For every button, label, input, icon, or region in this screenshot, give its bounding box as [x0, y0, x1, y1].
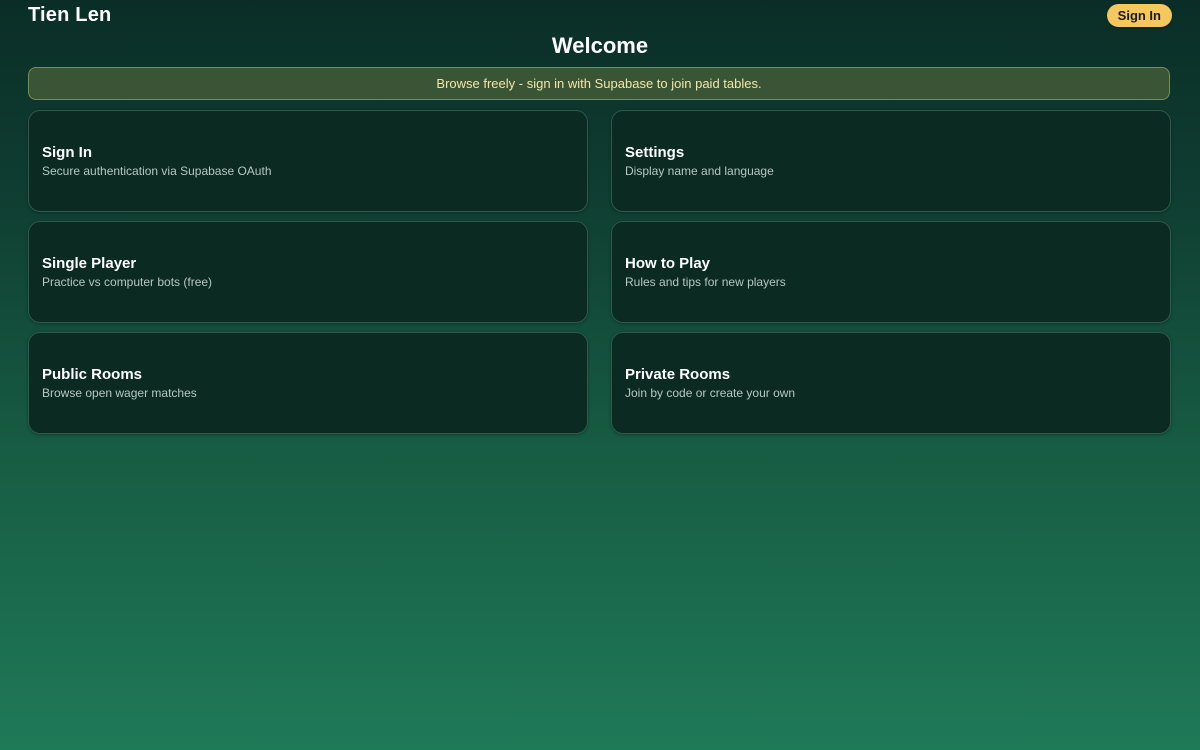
card-settings[interactable]: Settings Display name and language — [611, 110, 1171, 212]
card-how-to-play[interactable]: How to Play Rules and tips for new playe… — [611, 221, 1171, 323]
card-description: Rules and tips for new players — [625, 275, 786, 289]
card-single-player[interactable]: Single Player Practice vs computer bots … — [28, 221, 588, 323]
card-sign-in[interactable]: Sign In Secure authentication via Supaba… — [28, 110, 588, 212]
card-private-rooms[interactable]: Private Rooms Join by code or create you… — [611, 332, 1171, 434]
card-description: Secure authentication via Supabase OAuth — [42, 164, 272, 178]
card-description: Display name and language — [625, 164, 774, 178]
page-title: Welcome — [551, 33, 649, 58]
card-title: Private Rooms — [625, 366, 731, 383]
top-bar: Tien Len Sign In — [28, 2, 1172, 28]
card-title: Public Rooms — [42, 366, 143, 383]
card-title: Single Player — [42, 255, 137, 272]
sign-in-notice-banner: Browse freely - sign in with Supabase to… — [28, 67, 1170, 100]
app-brand: Tien Len — [28, 3, 112, 26]
card-description: Practice vs computer bots (free) — [42, 275, 213, 289]
menu-grid: Sign In Secure authentication via Supaba… — [28, 110, 1171, 434]
card-description: Browse open wager matches — [42, 386, 197, 400]
card-title: Settings — [625, 144, 685, 161]
card-description: Join by code or create your own — [625, 386, 796, 400]
card-title: How to Play — [625, 255, 711, 272]
card-title: Sign In — [42, 144, 92, 161]
card-public-rooms[interactable]: Public Rooms Browse open wager matches — [28, 332, 588, 434]
app-root: Tien Len Sign In Welcome Browse freely -… — [0, 0, 1200, 750]
header-sign-in-button[interactable]: Sign In — [1106, 3, 1172, 27]
